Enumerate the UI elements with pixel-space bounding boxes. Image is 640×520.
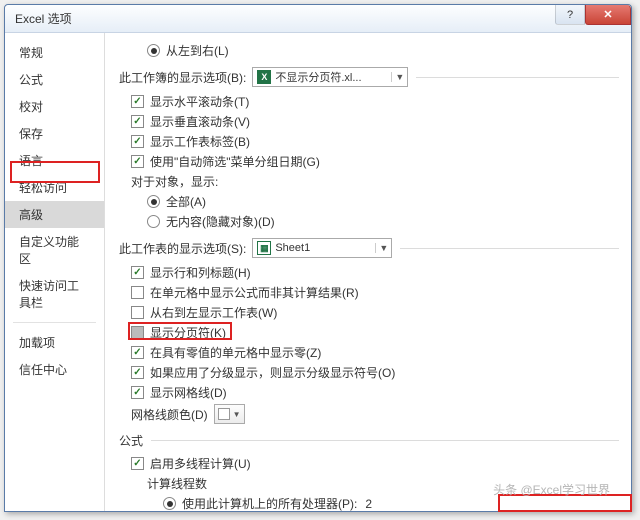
section-worksheet-label: 此工作表的显示选项(S): bbox=[119, 240, 246, 257]
section-worksheet: 此工作表的显示选项(S): ▦ Sheet1 ▼ bbox=[119, 238, 619, 258]
nav-advanced[interactable]: 高级 bbox=[5, 201, 104, 228]
options-dialog: Excel 选项 ? ✕ 常规 公式 校对 保存 语言 轻松访问 高级 自定义功… bbox=[4, 4, 632, 512]
radio-ltr[interactable] bbox=[147, 44, 160, 57]
sheet-icon: ▦ bbox=[257, 241, 271, 255]
chk-tabs[interactable] bbox=[131, 135, 144, 148]
nav-addins[interactable]: 加载项 bbox=[5, 329, 104, 356]
nav-qat[interactable]: 快速访问工具栏 bbox=[5, 272, 104, 316]
gridcolor-button[interactable]: ▼ bbox=[214, 404, 245, 424]
workbook-dropdown[interactable]: X 不显示分页符.xl... ▼ bbox=[252, 67, 408, 87]
nav-save[interactable]: 保存 bbox=[5, 120, 104, 147]
chk-formulas[interactable] bbox=[131, 286, 144, 299]
dialog-body: 常规 公式 校对 保存 语言 轻松访问 高级 自定义功能区 快速访问工具栏 加载… bbox=[5, 33, 631, 511]
lbl-formulas: 在单元格中显示公式而非其计算结果(R) bbox=[150, 284, 359, 301]
sidebar-separator bbox=[13, 322, 96, 323]
section-line bbox=[416, 77, 619, 78]
nav-proofing[interactable]: 校对 bbox=[5, 93, 104, 120]
excel-icon: X bbox=[257, 70, 271, 84]
lbl-gridlines: 显示网格线(D) bbox=[150, 384, 227, 401]
chk-hscroll[interactable] bbox=[131, 95, 144, 108]
worksheet-dropdown[interactable]: ▦ Sheet1 ▼ bbox=[252, 238, 392, 258]
lbl-tabs: 显示工作表标签(B) bbox=[150, 133, 250, 150]
lbl-pagebreaks: 显示分页符(K) bbox=[150, 324, 226, 341]
chk-autofilter[interactable] bbox=[131, 155, 144, 168]
chevron-down-icon: ▼ bbox=[391, 72, 407, 82]
chk-zeros[interactable] bbox=[131, 346, 144, 359]
row-direction: 从左到右(L) bbox=[119, 42, 619, 59]
lbl-outline: 如果应用了分级显示，则显示分级显示符号(O) bbox=[150, 364, 395, 381]
lbl-vscroll: 显示垂直滚动条(V) bbox=[150, 113, 250, 130]
worksheet-dropdown-value: Sheet1 bbox=[275, 242, 375, 254]
section-workbook: 此工作簿的显示选项(B): X 不显示分页符.xl... ▼ bbox=[119, 67, 619, 87]
nav-customize-ribbon[interactable]: 自定义功能区 bbox=[5, 228, 104, 272]
chevron-down-icon: ▼ bbox=[375, 243, 391, 253]
chk-gridlines[interactable] bbox=[131, 386, 144, 399]
lbl-gridcolor: 网格线颜色(D) bbox=[131, 406, 208, 423]
chk-multithread[interactable] bbox=[131, 457, 144, 470]
section-formula-label: 公式 bbox=[119, 432, 143, 449]
watermark: 头条 @Excel学习世界 bbox=[493, 481, 610, 498]
chk-pagebreaks[interactable] bbox=[131, 326, 144, 339]
section-workbook-label: 此工作簿的显示选项(B): bbox=[119, 69, 246, 86]
chevron-down-icon: ▼ bbox=[233, 410, 241, 419]
lbl-obj-none: 无内容(隐藏对象)(D) bbox=[166, 213, 275, 230]
rad-obj-none[interactable] bbox=[147, 215, 160, 228]
window-buttons: ? ✕ bbox=[555, 5, 631, 25]
chk-headers[interactable] bbox=[131, 266, 144, 279]
lbl-multithread: 启用多线程计算(U) bbox=[150, 455, 251, 472]
rad-use-all[interactable] bbox=[163, 497, 176, 510]
lbl-obj-all: 全部(A) bbox=[166, 193, 206, 210]
close-button[interactable]: ✕ bbox=[585, 5, 631, 25]
section-formula: 公式 bbox=[119, 432, 619, 449]
nav-general[interactable]: 常规 bbox=[5, 39, 104, 66]
nav-formulas[interactable]: 公式 bbox=[5, 66, 104, 93]
window-title: Excel 选项 bbox=[15, 10, 72, 27]
lbl-rtl: 从右到左显示工作表(W) bbox=[150, 304, 277, 321]
lbl-objects: 对于对象，显示: bbox=[131, 173, 218, 190]
chk-rtl[interactable] bbox=[131, 306, 144, 319]
nav-trust[interactable]: 信任中心 bbox=[5, 356, 104, 383]
chk-vscroll[interactable] bbox=[131, 115, 144, 128]
help-button[interactable]: ? bbox=[555, 5, 585, 25]
nav-language[interactable]: 语言 bbox=[5, 147, 104, 174]
lbl-autofilter: 使用"自动筛选"菜单分组日期(G) bbox=[150, 153, 320, 170]
label-ltr: 从左到右(L) bbox=[166, 42, 229, 59]
section-line bbox=[151, 440, 619, 441]
chk-outline[interactable] bbox=[131, 366, 144, 379]
lbl-zeros: 在具有零值的单元格中显示零(Z) bbox=[150, 344, 321, 361]
titlebar: Excel 选项 ? ✕ bbox=[5, 5, 631, 33]
nav-ease[interactable]: 轻松访问 bbox=[5, 174, 104, 201]
lbl-hscroll: 显示水平滚动条(T) bbox=[150, 93, 249, 110]
lbl-use-all: 使用此计算机上的所有处理器(P): bbox=[182, 495, 357, 511]
content-pane: 从左到右(L) 此工作簿的显示选项(B): X 不显示分页符.xl... ▼ 显… bbox=[105, 33, 631, 511]
sidebar: 常规 公式 校对 保存 语言 轻松访问 高级 自定义功能区 快速访问工具栏 加载… bbox=[5, 33, 105, 511]
rad-obj-all[interactable] bbox=[147, 195, 160, 208]
color-swatch bbox=[218, 408, 230, 420]
lbl-headers: 显示行和列标题(H) bbox=[150, 264, 251, 281]
val-cpu-count: 2 bbox=[365, 497, 372, 511]
lbl-threads: 计算线程数 bbox=[147, 475, 207, 492]
workbook-dropdown-value: 不显示分页符.xl... bbox=[275, 69, 391, 85]
section-line bbox=[400, 248, 619, 249]
